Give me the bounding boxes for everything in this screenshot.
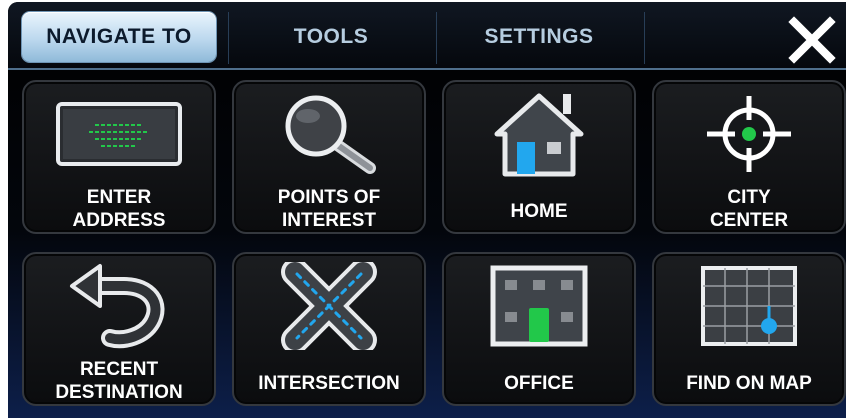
tile-label: ADDRESS <box>72 210 166 231</box>
intersection-icon <box>281 262 377 350</box>
tile-label: POINTS OF <box>277 187 381 208</box>
nav-menu-window: NAVIGATE TO TOOLS SETTINGS ENTER ADDRESS… <box>8 2 846 418</box>
keyboard-icon <box>56 102 182 166</box>
tile-label: DESTINATION <box>55 382 183 403</box>
tile-label: FIND ON MAP <box>686 373 812 394</box>
magnifier-icon <box>285 95 376 174</box>
crosshair-icon <box>707 96 791 172</box>
house-icon <box>494 93 584 177</box>
close-icon <box>788 16 836 64</box>
tile-label: INTERSECTION <box>258 373 400 394</box>
intersection-button[interactable]: INTERSECTION <box>232 252 426 406</box>
tile-label: INTEREST <box>282 210 376 231</box>
tile-label: HOME <box>510 201 568 222</box>
close-button[interactable] <box>788 16 836 64</box>
tile-label: CITY <box>727 187 771 208</box>
city-center-button[interactable]: CITY CENTER <box>652 80 846 234</box>
find-on-map-button[interactable]: FIND ON MAP <box>652 252 846 406</box>
tile-label: CENTER <box>709 210 789 231</box>
tab-settings[interactable]: SETTINGS <box>436 12 642 62</box>
tile-label: ENTER <box>86 187 152 208</box>
tab-navigate-to[interactable]: NAVIGATE TO <box>22 12 216 62</box>
tab-tools[interactable]: TOOLS <box>228 12 434 62</box>
enter-address-button[interactable]: ENTER ADDRESS <box>22 80 216 234</box>
tile-label: RECENT <box>79 359 159 380</box>
tab-divider <box>644 12 645 64</box>
office-icon <box>490 265 588 347</box>
map-grid-icon <box>701 266 797 346</box>
tab-bar: NAVIGATE TO TOOLS SETTINGS <box>8 2 846 70</box>
recent-destination-button[interactable]: RECENT DESTINATION <box>22 252 216 406</box>
back-arrow-icon <box>70 264 165 349</box>
points-of-interest-button[interactable]: POINTS OF INTEREST <box>232 80 426 234</box>
office-button[interactable]: OFFICE <box>442 252 636 406</box>
home-button[interactable]: HOME <box>442 80 636 234</box>
tile-label: OFFICE <box>504 373 574 394</box>
